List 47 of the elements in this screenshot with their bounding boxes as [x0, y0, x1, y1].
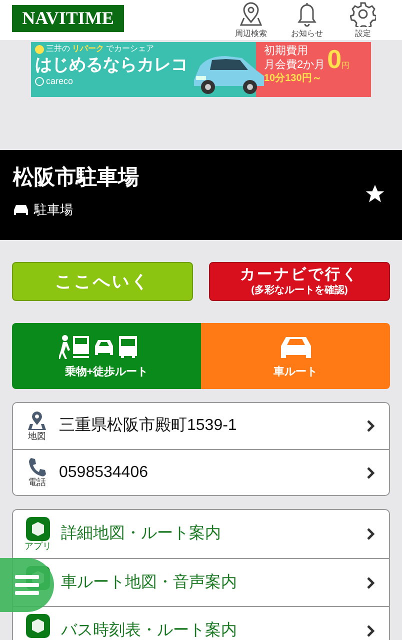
- ad-offer-text: 月会費2か月: [264, 58, 326, 72]
- place-category: 駐車場: [34, 201, 73, 219]
- app-icon: [26, 614, 50, 638]
- settings-icon: [350, 1, 376, 27]
- navitime-logo[interactable]: NAVITIME: [12, 5, 124, 32]
- header-nav-button[interactable]: 設定: [344, 1, 382, 39]
- info-row[interactable]: 地図 三重県松阪市殿町1539-1: [13, 403, 389, 449]
- p-logo-icon: [35, 44, 44, 54]
- ad-offer-number: 0: [327, 46, 342, 72]
- icon-caption: アプリ: [24, 541, 52, 551]
- menu-icon: [15, 575, 39, 595]
- careco-logo-text: careco: [46, 76, 74, 87]
- icon-caption: 電話: [28, 477, 46, 488]
- chevron-right-icon: [367, 576, 375, 588]
- menu-button[interactable]: [0, 558, 54, 612]
- chevron-right-icon: [367, 528, 375, 540]
- car-icon: [13, 204, 29, 216]
- location-pin-icon: [239, 1, 263, 27]
- chevron-right-icon: [367, 624, 375, 636]
- bell-icon: [295, 1, 319, 27]
- phone-icon: [27, 457, 47, 477]
- app-icon: [26, 517, 50, 541]
- info-text: 三重県松阪市殿町1539-1: [59, 416, 238, 436]
- ad-offer-text: 初期費用: [264, 44, 309, 58]
- ad-brand-text: でカーシェア: [106, 44, 154, 54]
- ad-brand-text: 三井の: [46, 44, 70, 54]
- app-link-row[interactable]: アプリ 詳細地図・ルート案内: [13, 510, 389, 558]
- place-title: 松阪市駐車場: [13, 164, 140, 191]
- ad-brand-name: リパーク: [72, 44, 104, 54]
- header-nav-button[interactable]: お知らせ: [288, 1, 326, 39]
- favorite-star-icon[interactable]: [364, 183, 386, 205]
- route-button[interactable]: 乗物+徒歩ルート: [12, 323, 201, 389]
- chevron-right-icon: [367, 466, 375, 478]
- map-pin-icon: [27, 410, 47, 430]
- ad-offer-unit: 円: [342, 60, 350, 72]
- ad-price: 10分130円～: [264, 72, 323, 85]
- chevron-right-icon: [367, 420, 375, 432]
- careco-logo-icon: [35, 77, 44, 86]
- app-link-text: 詳細地図・ルート案内: [61, 523, 222, 544]
- info-row[interactable]: 電話 0598534406: [13, 449, 389, 495]
- action-button[interactable]: カーナビで行く (多彩なルートを確認): [209, 262, 390, 301]
- app-link-text: 車ルート地図・音声案内: [61, 572, 238, 592]
- header-nav-button[interactable]: 周辺検索: [232, 1, 270, 39]
- app-link-text: バス時刻表・ルート案内: [61, 620, 238, 640]
- info-text: 0598534406: [59, 462, 149, 482]
- icon-caption: 地図: [28, 430, 46, 442]
- ad-headline: はじめるならカレコ: [35, 54, 189, 76]
